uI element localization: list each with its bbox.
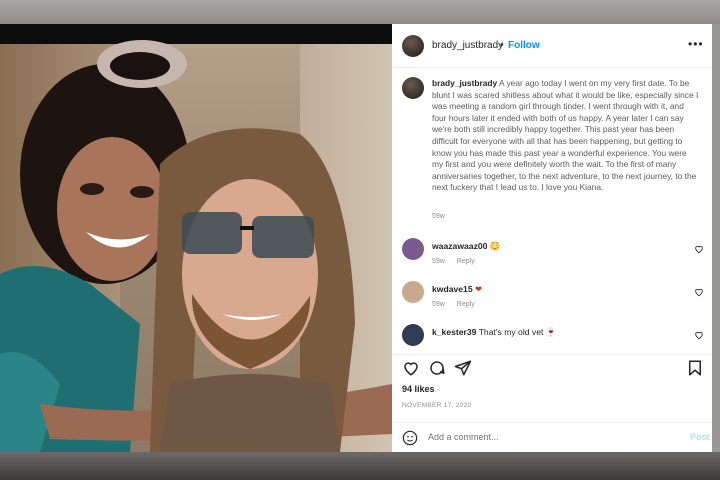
commenter-avatar[interactable]: [402, 238, 424, 260]
add-comment-input[interactable]: [428, 432, 628, 442]
add-comment-row: Post: [392, 422, 712, 452]
reply-button[interactable]: Reply: [457, 258, 475, 265]
commenter-avatar[interactable]: [402, 324, 424, 346]
comment-meta: 59w Reply: [432, 301, 485, 308]
comment-like-heart-icon[interactable]: [694, 244, 704, 254]
comment-time: 59w: [432, 258, 445, 265]
caption-username[interactable]: brady_justbrady: [432, 78, 497, 88]
post-caption: brady_justbrady A year ago today I went …: [432, 78, 700, 194]
post-detail-panel: brady_justbrady • Follow ••• brady_justb…: [392, 24, 712, 452]
comment-text: kwdave15 ❤: [432, 284, 482, 295]
action-bar: [392, 354, 712, 380]
comment-text: k_kester39 That's my old vet 🍷: [432, 327, 556, 338]
comment-like-heart-icon[interactable]: [694, 287, 704, 297]
commenter-username[interactable]: k_kester39: [432, 327, 476, 337]
follow-button[interactable]: Follow: [508, 40, 540, 51]
commenter-username[interactable]: waazawaaz00: [432, 241, 487, 251]
author-avatar[interactable]: [402, 35, 424, 57]
post-photo: [0, 24, 392, 452]
header-separator: •: [500, 40, 504, 51]
comment-emoji: ❤: [475, 284, 483, 294]
more-icon[interactable]: •••: [688, 38, 704, 50]
caption-timestamp: 59w: [432, 213, 445, 220]
photo-couple-illustration: [0, 40, 392, 452]
emoji-icon[interactable]: [402, 430, 418, 446]
like-count[interactable]: 94 likes: [402, 384, 435, 394]
bottom-frame-bar: [0, 452, 720, 480]
comment-text: waazawaaz00 😳: [432, 241, 501, 252]
bookmark-icon[interactable]: [686, 359, 704, 377]
right-frame-edge: [712, 24, 720, 452]
top-frame-bar: [0, 0, 720, 24]
post-comment-button[interactable]: Post: [690, 432, 710, 442]
commenter-username[interactable]: kwdave15: [432, 284, 473, 294]
comment-emoji: 🍷: [545, 327, 557, 337]
reply-button[interactable]: Reply: [457, 301, 475, 308]
caption-author-avatar[interactable]: [402, 77, 424, 99]
heart-icon[interactable]: [402, 359, 420, 377]
post-date: NOVEMBER 17, 2020: [402, 402, 472, 409]
comment-like-heart-icon[interactable]: [694, 330, 704, 340]
comment-meta: 59w Reply: [432, 258, 485, 265]
comment-icon[interactable]: [428, 359, 446, 377]
comment-item: kwdave15 ❤ 59w Reply: [392, 279, 712, 319]
comment-body: That's my old vet: [478, 327, 544, 337]
comment-time: 59w: [432, 301, 445, 308]
commenter-avatar[interactable]: [402, 281, 424, 303]
caption-text: A year ago today I went on my very first…: [432, 78, 699, 193]
post-header: brady_justbrady • Follow •••: [392, 24, 712, 68]
author-username[interactable]: brady_justbrady: [432, 40, 503, 51]
comment-emoji: 😳: [489, 241, 501, 251]
share-icon[interactable]: [454, 359, 472, 377]
comment-item: waazawaaz00 😳 59w Reply: [392, 236, 712, 276]
